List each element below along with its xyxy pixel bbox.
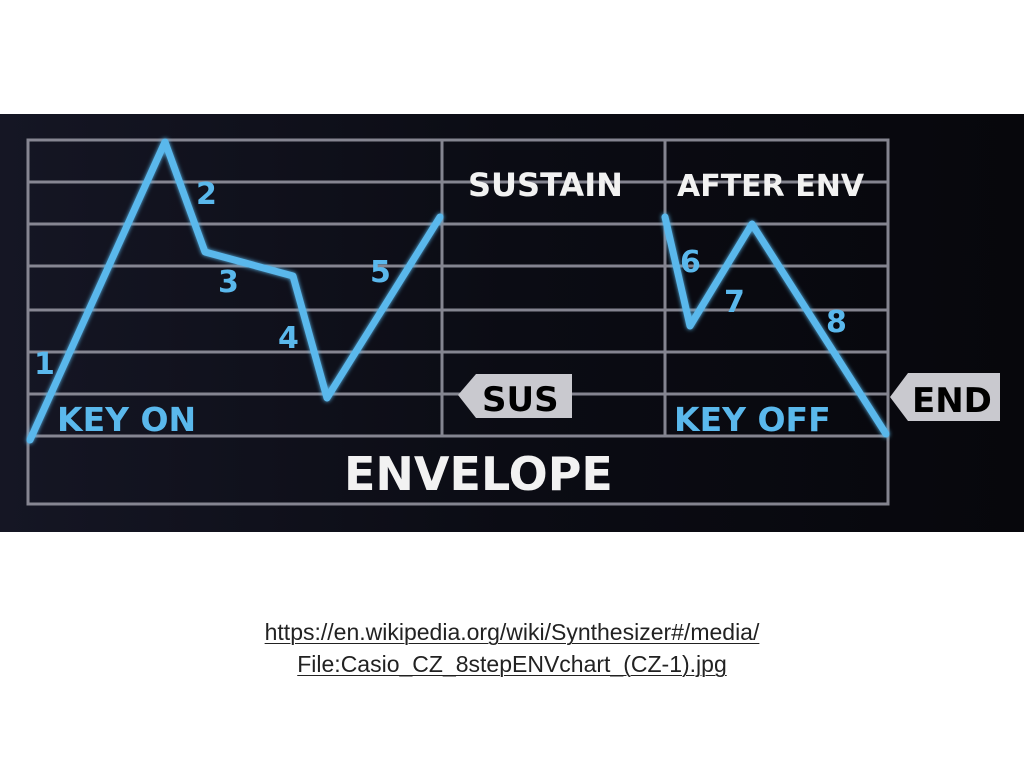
- sus-marker: SUS: [458, 374, 572, 420]
- step-label-8: 8: [826, 305, 847, 340]
- step-label-4: 4: [278, 321, 299, 356]
- step-label-3: 3: [218, 265, 239, 300]
- key-on-label: KEY ON: [57, 400, 196, 439]
- end-marker-label: END: [912, 381, 992, 421]
- source-caption: https://en.wikipedia.org/wiki/Synthesize…: [0, 616, 1024, 680]
- step-label-6: 6: [680, 245, 701, 280]
- sustain-label: SUSTAIN: [468, 166, 623, 204]
- step-label-7: 7: [724, 285, 745, 320]
- sus-marker-label: SUS: [482, 380, 559, 420]
- envelope-diagram: 1 2 3 4 5 6 7 8 KEY ON KEY OFF SUSTAIN A…: [0, 114, 1024, 532]
- step-label-2: 2: [196, 177, 217, 212]
- slide: 1 2 3 4 5 6 7 8 KEY ON KEY OFF SUSTAIN A…: [0, 0, 1024, 768]
- end-marker: END: [890, 373, 1000, 421]
- key-off-label: KEY OFF: [674, 400, 831, 439]
- step-label-5: 5: [370, 255, 391, 290]
- after-env-label: AFTER ENV: [677, 169, 865, 204]
- source-link-line-2[interactable]: File:Casio_CZ_8stepENVchart_(CZ-1).jpg: [0, 648, 1024, 680]
- source-link-line-1[interactable]: https://en.wikipedia.org/wiki/Synthesize…: [0, 616, 1024, 648]
- step-label-1: 1: [34, 347, 55, 382]
- envelope-chart-image: 1 2 3 4 5 6 7 8 KEY ON KEY OFF SUSTAIN A…: [0, 114, 1024, 532]
- envelope-title: ENVELOPE: [344, 447, 613, 501]
